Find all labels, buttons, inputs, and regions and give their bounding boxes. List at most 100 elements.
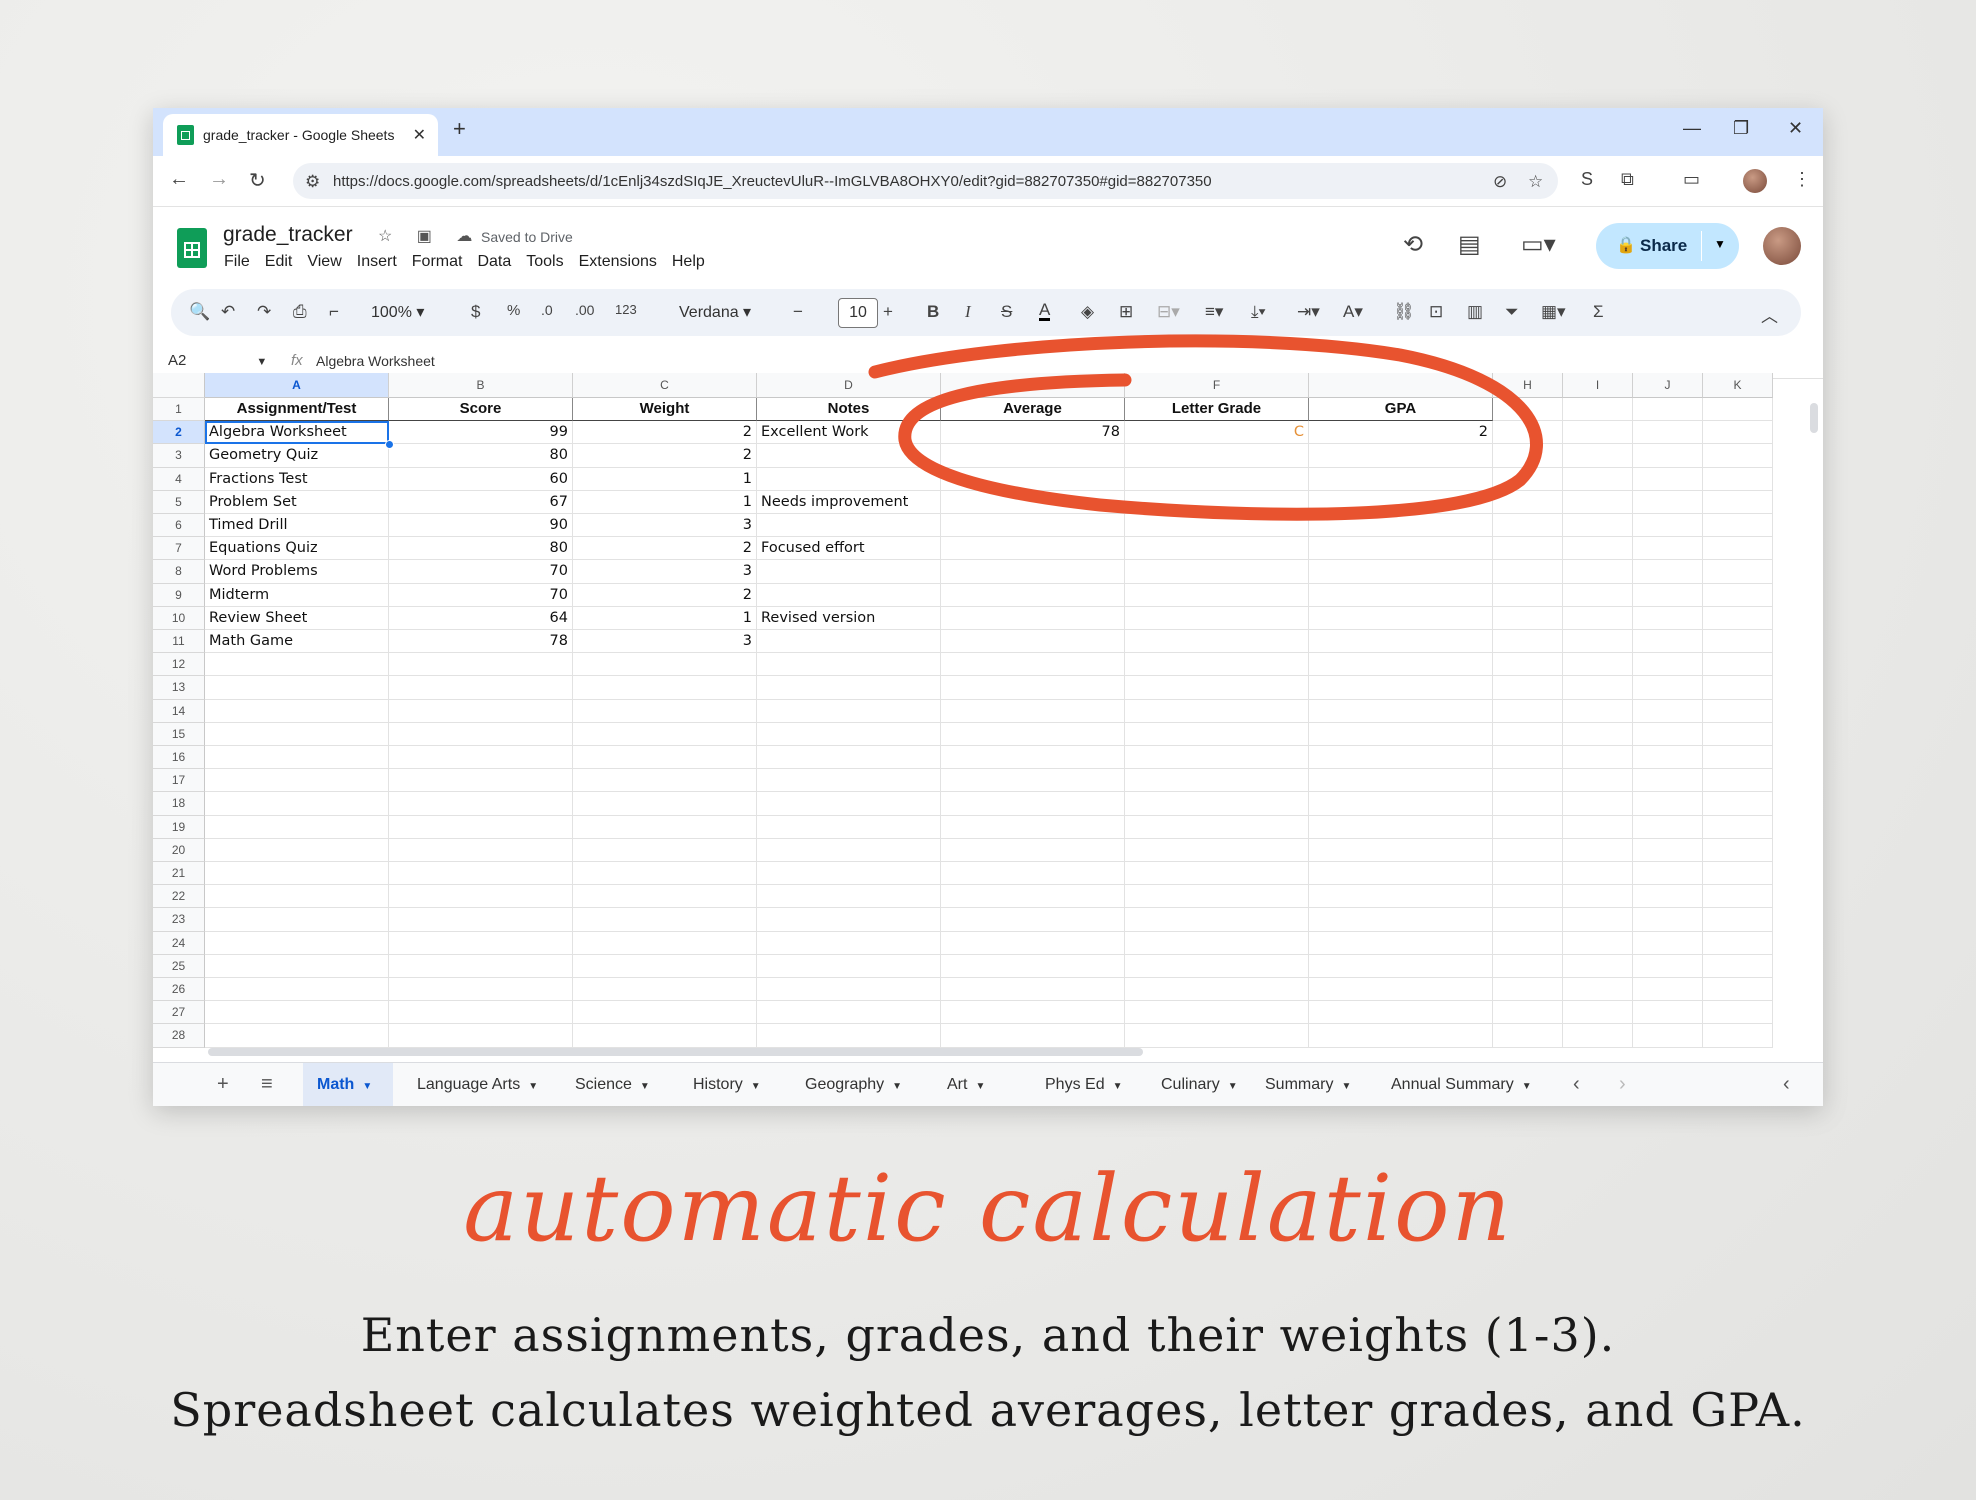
row-header[interactable]: 23 — [153, 908, 205, 932]
empty-cell[interactable] — [1125, 862, 1309, 886]
empty-cell[interactable] — [1493, 746, 1563, 770]
empty-cell[interactable] — [1309, 1001, 1493, 1025]
row-header[interactable]: 7 — [153, 537, 205, 561]
sheet-tab[interactable]: Summary ▼ — [1251, 1063, 1369, 1106]
sheet-tab[interactable]: History ▼ — [679, 1063, 781, 1106]
empty-cell[interactable] — [941, 908, 1125, 932]
row-header[interactable]: 11 — [153, 630, 205, 654]
merge-cells-icon[interactable]: ⊟▾ — [1157, 302, 1180, 322]
empty-cell[interactable] — [941, 769, 1125, 793]
empty-cell[interactable] — [757, 885, 941, 909]
empty-cell[interactable] — [389, 885, 573, 909]
letter-grade-cell[interactable] — [1125, 444, 1309, 468]
empty-cell[interactable] — [757, 815, 941, 839]
empty-cell[interactable] — [389, 862, 573, 886]
empty-cell[interactable] — [205, 978, 389, 1002]
row-header[interactable]: 18 — [153, 792, 205, 816]
letter-grade-cell[interactable] — [1125, 560, 1309, 584]
empty-cell[interactable] — [941, 862, 1125, 886]
empty-cell[interactable] — [1493, 514, 1563, 538]
row-header[interactable]: 9 — [153, 583, 205, 607]
column-header[interactable]: C — [573, 373, 757, 398]
row-header[interactable]: 19 — [153, 815, 205, 839]
empty-cell[interactable] — [1563, 583, 1633, 607]
empty-cell[interactable] — [573, 699, 757, 723]
font-size-increase-icon[interactable]: + — [883, 302, 893, 322]
empty-cell[interactable] — [1309, 722, 1493, 746]
empty-cell[interactable] — [1703, 537, 1773, 561]
empty-cell[interactable] — [1633, 490, 1703, 514]
empty-cell[interactable] — [1563, 606, 1633, 630]
empty-cell[interactable] — [205, 838, 389, 862]
empty-cell[interactable] — [205, 885, 389, 909]
empty-cell[interactable] — [1633, 1024, 1703, 1048]
gpa-cell[interactable] — [1309, 583, 1493, 607]
empty-cell[interactable] — [941, 1001, 1125, 1025]
letter-grade-cell[interactable] — [1125, 467, 1309, 491]
header-cell[interactable]: GPA — [1309, 398, 1493, 422]
empty-cell[interactable] — [1633, 606, 1703, 630]
menu-data[interactable]: Data — [477, 253, 511, 271]
site-info-icon[interactable]: ⚙ — [305, 172, 320, 192]
empty-cell[interactable] — [1633, 676, 1703, 700]
select-all-corner[interactable] — [153, 373, 205, 398]
empty-cell[interactable] — [1703, 606, 1773, 630]
letter-grade-cell[interactable] — [1125, 514, 1309, 538]
empty-cell[interactable] — [1563, 514, 1633, 538]
sheet-tab-menu-icon[interactable]: ▼ — [1341, 1081, 1351, 1092]
empty-cell[interactable] — [1703, 954, 1773, 978]
gpa-cell[interactable] — [1309, 560, 1493, 584]
print-icon[interactable]: ⎙ — [293, 302, 307, 322]
extension-s-icon[interactable]: S — [1581, 169, 1593, 190]
empty-cell[interactable] — [1563, 954, 1633, 978]
scroll-tabs-left-icon[interactable]: ‹ — [1573, 1073, 1580, 1096]
empty-cell[interactable] — [1703, 514, 1773, 538]
empty-cell[interactable] — [757, 699, 941, 723]
empty-cell[interactable] — [1309, 931, 1493, 955]
sheet-tab[interactable]: Geography ▼ — [791, 1063, 921, 1106]
empty-cell[interactable] — [1563, 885, 1633, 909]
assignment-cell[interactable]: Problem Set — [205, 490, 389, 514]
empty-cell[interactable] — [1703, 792, 1773, 816]
empty-cell[interactable] — [573, 769, 757, 793]
average-cell[interactable] — [941, 537, 1125, 561]
empty-cell[interactable] — [573, 1001, 757, 1025]
row-header[interactable]: 3 — [153, 444, 205, 468]
empty-cell[interactable] — [1563, 722, 1633, 746]
empty-cell[interactable] — [573, 1024, 757, 1048]
empty-cell[interactable] — [1563, 653, 1633, 677]
empty-cell[interactable] — [1563, 676, 1633, 700]
empty-cell[interactable] — [1309, 978, 1493, 1002]
empty-cell[interactable] — [389, 769, 573, 793]
empty-cell[interactable] — [1493, 421, 1563, 445]
empty-cell[interactable] — [1125, 885, 1309, 909]
bookmark-star-icon[interactable]: ☆ — [1528, 172, 1543, 192]
empty-cell[interactable] — [1633, 815, 1703, 839]
empty-cell[interactable] — [1493, 978, 1563, 1002]
empty-cell[interactable] — [1493, 931, 1563, 955]
insert-chart-icon[interactable]: ▥ — [1467, 302, 1483, 322]
row-header[interactable]: 8 — [153, 560, 205, 584]
empty-cell[interactable] — [1633, 862, 1703, 886]
empty-cell[interactable] — [389, 699, 573, 723]
sheet-tab-menu-icon[interactable]: ▼ — [975, 1081, 985, 1092]
column-header[interactable] — [941, 373, 1125, 398]
empty-cell[interactable] — [1493, 444, 1563, 468]
empty-cell[interactable] — [1493, 467, 1563, 491]
notes-cell[interactable] — [757, 560, 941, 584]
insert-comment-icon[interactable]: ⊡ — [1429, 302, 1443, 322]
weight-cell[interactable]: 3 — [573, 630, 757, 654]
sheet-tab[interactable]: Phys Ed ▼ — [1031, 1063, 1139, 1106]
name-box[interactable]: A2 ▼ — [168, 352, 267, 369]
increase-decimal[interactable]: .00 — [575, 302, 594, 318]
sheet-tab[interactable]: Annual Summary ▼ — [1377, 1063, 1557, 1106]
row-header[interactable]: 26 — [153, 978, 205, 1002]
window-close-icon[interactable]: ✕ — [1788, 118, 1803, 139]
empty-cell[interactable] — [573, 792, 757, 816]
empty-cell[interactable] — [1633, 978, 1703, 1002]
menu-format[interactable]: Format — [412, 253, 463, 271]
add-sheet-icon[interactable]: + — [217, 1073, 229, 1096]
row-header[interactable]: 14 — [153, 699, 205, 723]
empty-cell[interactable] — [941, 1024, 1125, 1048]
empty-cell[interactable] — [1563, 467, 1633, 491]
